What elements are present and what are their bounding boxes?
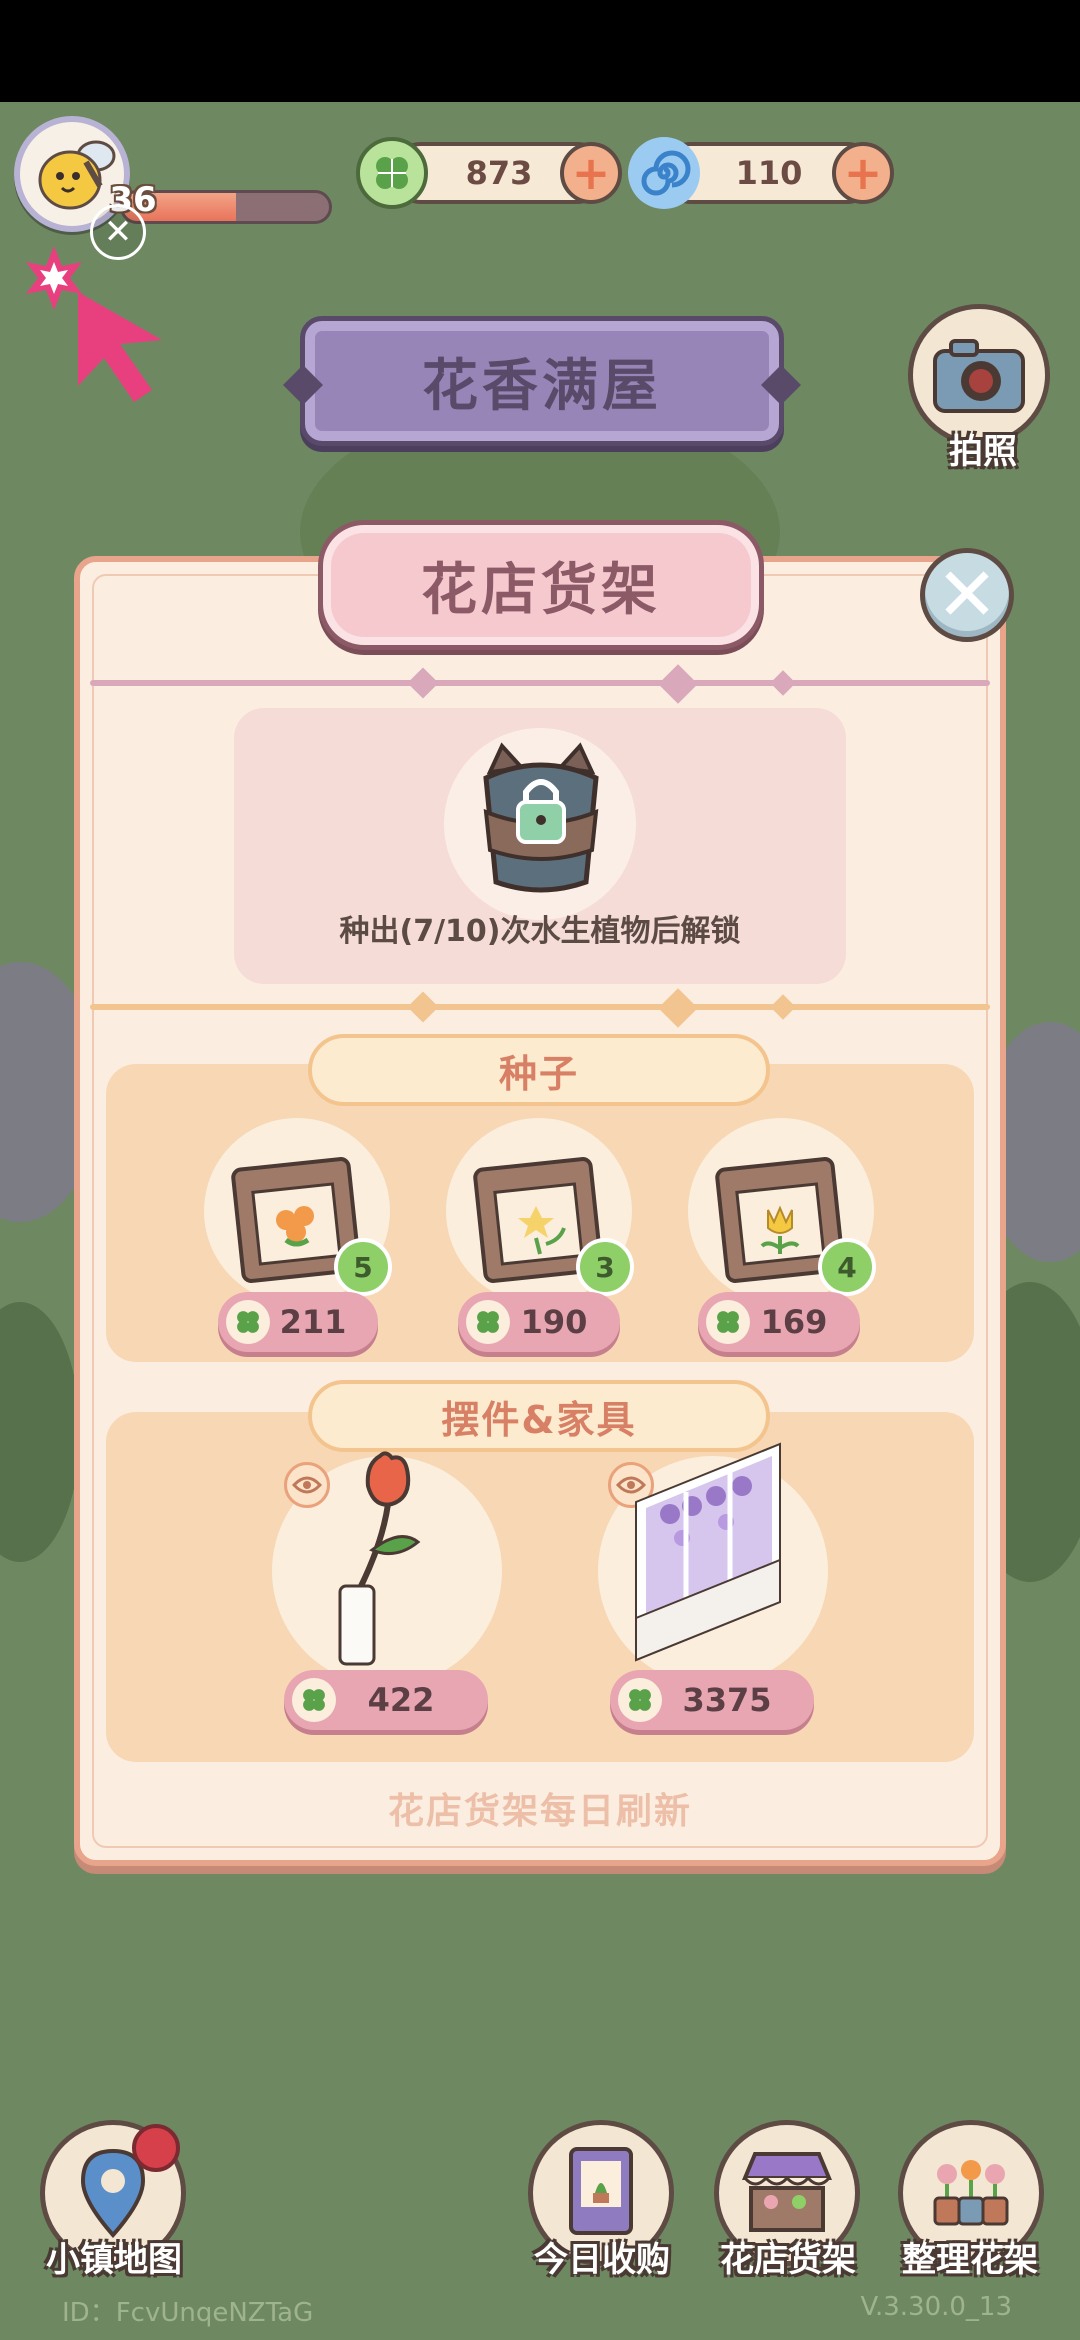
flower-pots-icon [933, 2160, 1009, 2226]
shop-stall-icon [742, 2152, 832, 2232]
clover-icon [292, 1678, 336, 1722]
tulip-vase-icon [338, 1451, 421, 1666]
panel-title-banner: 花店货架 [318, 520, 764, 650]
spiral-icon [628, 137, 700, 209]
notification-dot [132, 2124, 180, 2172]
furniture-price-button[interactable]: 422 [284, 1670, 488, 1730]
camera-icon [933, 339, 1025, 413]
today-harvest-label: 今日收购 [534, 2240, 670, 2280]
divider-top [90, 680, 990, 686]
clover-leaf-icon [477, 1311, 499, 1333]
furniture-price-value: 422 [367, 1681, 435, 1719]
furniture-price-value: 3375 [682, 1681, 772, 1719]
unlock-condition-text: 种出(7/10)次水生植物后解锁 [339, 914, 741, 949]
close-panel-button[interactable]: ✕ [920, 548, 1014, 642]
house-title-banner: 花香满屋 [300, 316, 784, 446]
panel-title: 花店货架 [421, 557, 661, 623]
eye-icon [292, 1476, 322, 1494]
seeds-section-label: 种子 [308, 1034, 770, 1106]
clover-leaf-icon [237, 1311, 259, 1333]
locked-pot-icon [483, 742, 599, 893]
clover-icon [466, 1300, 510, 1344]
daily-refresh-note: 花店货架每日刷新 [387, 1791, 692, 1832]
seed-count-badge: 4 [818, 1238, 876, 1296]
spiral-currency-value: 110 [735, 154, 803, 192]
status-bar [0, 0, 1080, 102]
clover-icon [706, 1300, 750, 1344]
add-clover-button[interactable]: + [560, 142, 622, 204]
seed-price-value: 190 [520, 1303, 588, 1341]
tap-hint-pointer-icon [26, 246, 162, 402]
seed-count-badge: 5 [334, 1238, 392, 1296]
clover-icon [226, 1300, 270, 1344]
shop-shelf-label: 花店货架 [720, 2240, 856, 2280]
arrange-shelf-label: 整理花架 [902, 2240, 1038, 2280]
seed-price-button[interactable]: 169 [698, 1292, 860, 1352]
wisteria-window-icon [635, 1442, 781, 1662]
seed-price-button[interactable]: 211 [218, 1292, 378, 1352]
preview-eye-button[interactable] [284, 1462, 330, 1508]
seed-count-badge: 3 [576, 1238, 634, 1296]
spiral-gem-icon [641, 150, 691, 196]
seed-price-value: 169 [760, 1303, 828, 1341]
clover-leaf-icon [303, 1689, 325, 1711]
divider-middle [90, 1004, 990, 1010]
clover-leaf-icon [717, 1311, 739, 1333]
player-id: ID：FcvUnqeNZTaG [62, 2298, 314, 2328]
clover-leaf-icon [376, 157, 408, 189]
harvest-board-icon [569, 2147, 633, 2235]
game-version: V.3.30.0_13 [860, 2292, 1012, 2322]
seed-price-button[interactable]: 190 [458, 1292, 620, 1352]
town-map-label: 小镇地图 [46, 2240, 182, 2280]
furniture-section [106, 1412, 974, 1762]
clover-currency-value: 873 [465, 154, 533, 192]
furniture-price-button[interactable]: 3375 [610, 1670, 814, 1730]
add-spiral-button[interactable]: + [832, 142, 894, 204]
clover-icon [618, 1678, 662, 1722]
seed-price-value: 211 [279, 1303, 347, 1341]
clover-icon [356, 137, 428, 209]
house-title: 花香满屋 [422, 353, 662, 419]
clover-leaf-icon [629, 1689, 651, 1711]
camera-label: 拍照 [949, 432, 1017, 472]
